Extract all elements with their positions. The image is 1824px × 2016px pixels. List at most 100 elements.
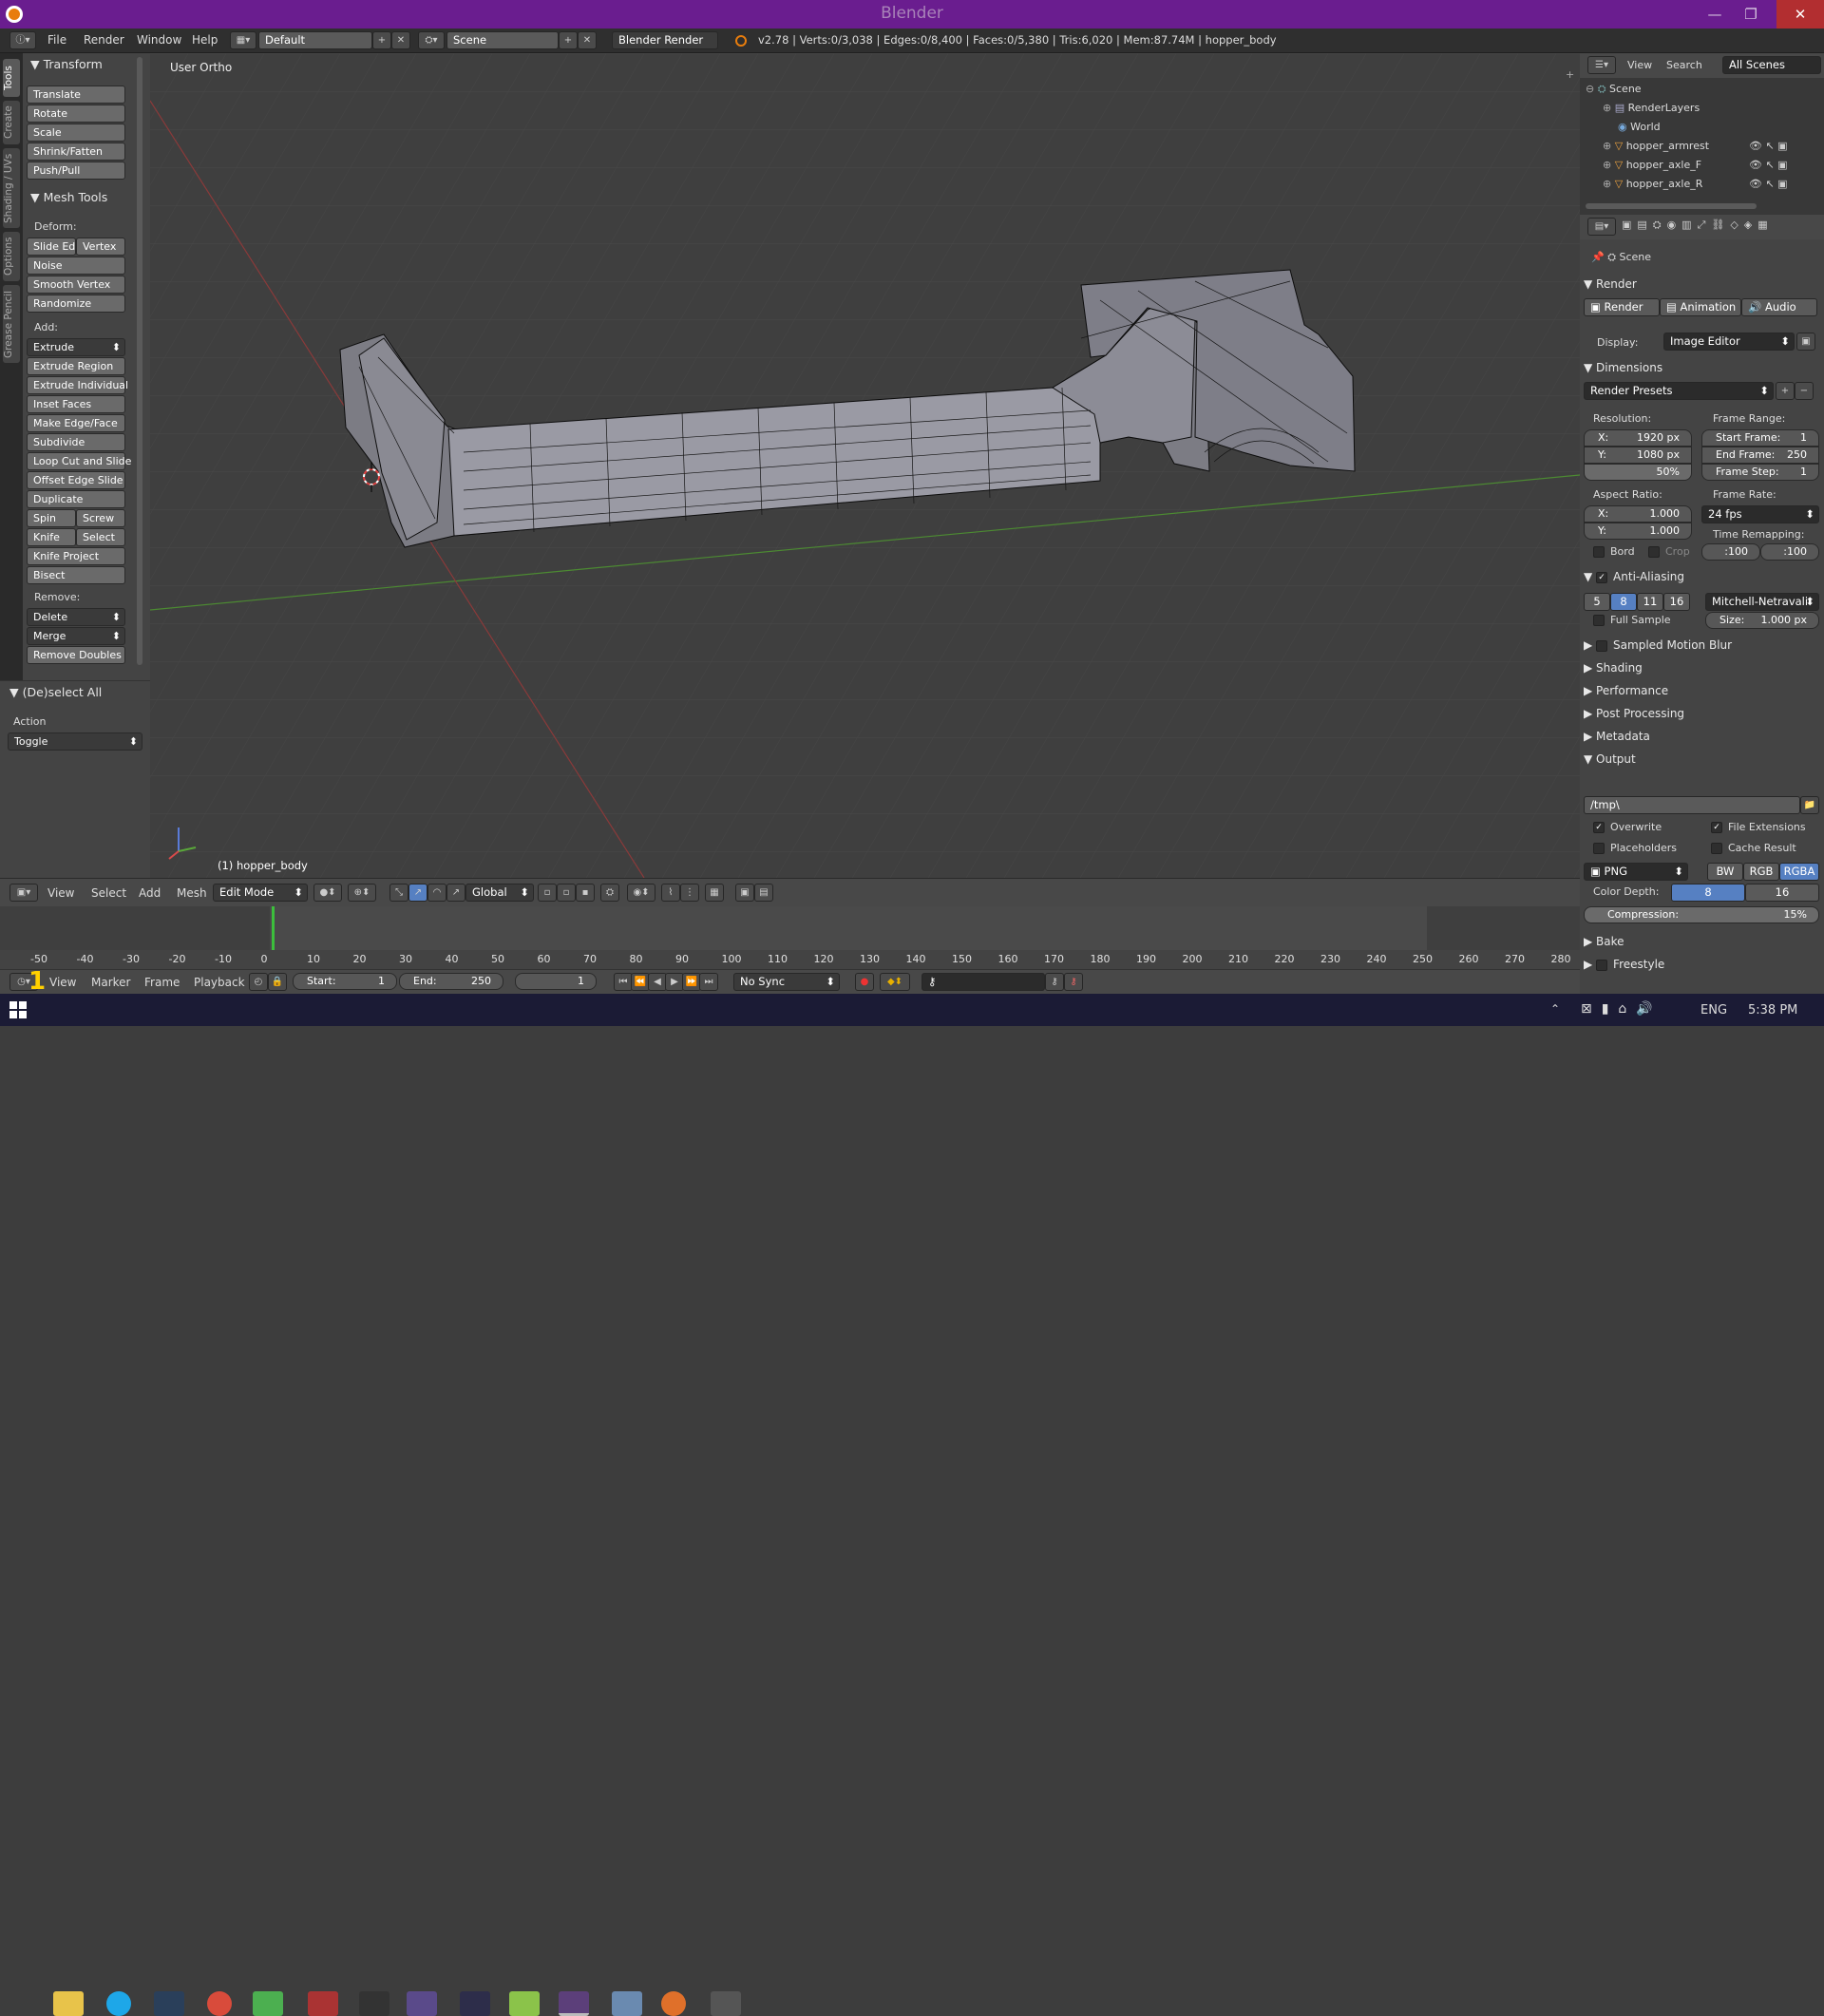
info-editor-icon[interactable]: ⓘ▾	[10, 31, 36, 49]
menu-window[interactable]: Window	[137, 33, 181, 47]
pivot-icon[interactable]: ⊕⬍	[348, 884, 376, 902]
slide-edge-button[interactable]: Slide Ed	[27, 238, 76, 256]
skype-icon[interactable]	[106, 1991, 131, 2016]
outliner-row-armrest[interactable]: ⊕ ▽ hopper_armrest 👁 ↖ ▣	[1580, 137, 1824, 156]
placeholders-checkbox[interactable]: Placeholders	[1593, 842, 1677, 854]
timeline[interactable]: -50 -40 -30 -20 -10 0 10 20 30 40 50 60 70 80 90 100 110…	[0, 906, 1580, 978]
tab-grease-pencil[interactable]: Grease Pencil	[3, 285, 20, 363]
slide-vertex-button[interactable]: Vertex	[76, 238, 125, 256]
app-dark-icon[interactable]	[359, 1991, 390, 2016]
record-icon[interactable]: ●	[855, 973, 874, 991]
jump-start-icon[interactable]: ⏮	[614, 973, 633, 991]
color-rgb-toggle[interactable]: RGB	[1743, 863, 1779, 881]
lock-range-icon[interactable]: 🔒	[268, 973, 287, 991]
shading-solid-icon[interactable]: ●⬍	[314, 884, 342, 902]
push-pull-button[interactable]: Push/Pull	[27, 162, 125, 180]
proportional-icon[interactable]: ◉⬍	[627, 884, 656, 902]
add-scene-icon[interactable]: +	[559, 31, 578, 49]
aa-samples-11[interactable]: 11	[1637, 593, 1663, 611]
mesh-tools-panel-header[interactable]: ▼ Mesh Tools	[30, 190, 107, 204]
3d-viewport[interactable]: User Ortho (1) hopper_body +	[150, 53, 1580, 878]
language-indicator[interactable]: ENG	[1700, 1003, 1727, 1018]
frame-menu[interactable]: Frame	[144, 976, 180, 989]
translate-button[interactable]: Translate	[27, 86, 125, 104]
orientation-select[interactable]: Global ⬍	[466, 884, 534, 902]
app-hat-icon[interactable]	[460, 1991, 490, 2016]
tab-tools[interactable]: Tools	[3, 59, 20, 97]
file-extensions-checkbox[interactable]: ✓ File Extensions	[1711, 821, 1806, 833]
remap-new-field[interactable]: :100	[1760, 543, 1819, 561]
operator-header[interactable]: ▼ (De)select All	[10, 685, 102, 699]
aspect-y-field[interactable]: Y: 1.000	[1584, 523, 1692, 540]
bisect-button[interactable]: Bisect	[27, 566, 125, 584]
start-frame-field[interactable]: Start: 1	[293, 973, 397, 990]
animation-button[interactable]: ▤ Animation	[1660, 298, 1741, 316]
extrude-individual-button[interactable]: Extrude Individual	[27, 376, 128, 394]
randomize-button[interactable]: Randomize	[27, 295, 125, 313]
color-rgba-toggle[interactable]: RGBA	[1779, 863, 1819, 881]
view-menu[interactable]: View	[48, 886, 74, 900]
file-explorer-icon[interactable]	[53, 1991, 84, 2016]
resolution-y-field[interactable]: Y: 1080 px	[1584, 447, 1692, 464]
current-frame-field[interactable]: 1	[515, 973, 597, 990]
opengl-anim-icon[interactable]: ▤	[754, 884, 773, 902]
preview-range-icon[interactable]: ◴	[249, 973, 268, 991]
rotate-button[interactable]: Rotate	[27, 105, 125, 123]
blender-taskbar-icon[interactable]	[559, 1991, 589, 2016]
shrink-fatten-button[interactable]: Shrink/Fatten	[27, 143, 125, 161]
add-preset-icon[interactable]: +	[1776, 382, 1795, 400]
display-fullscreen-icon[interactable]: ▣	[1796, 333, 1815, 351]
marker-menu[interactable]: Marker	[91, 976, 130, 989]
output-path-field[interactable]: /tmp\	[1584, 796, 1800, 814]
audio-button[interactable]: 🔊 Audio	[1741, 298, 1817, 316]
scene-field[interactable]: Scene	[446, 31, 559, 49]
select-menu[interactable]: Select	[91, 886, 126, 900]
metadata-panel-header[interactable]: ▶ Metadata	[1584, 726, 1820, 747]
current-frame-indicator[interactable]	[272, 906, 275, 952]
jump-key-forward-icon[interactable]: ⏩	[682, 973, 701, 991]
app-picture-icon[interactable]	[612, 1991, 642, 2016]
tab-create[interactable]: Create	[3, 101, 20, 144]
screw-button[interactable]: Screw	[76, 509, 125, 527]
spin-button[interactable]: Spin	[27, 509, 76, 527]
render-engine-select[interactable]: Blender Render	[612, 31, 718, 49]
jump-end-icon[interactable]: ⏭	[699, 973, 718, 991]
resolution-percent-slider[interactable]: 50%	[1584, 464, 1692, 481]
add-layout-icon[interactable]: +	[372, 31, 391, 49]
loop-cut-slide-button[interactable]: Loop Cut and Slide	[27, 452, 131, 470]
knife-select-button[interactable]: Select	[76, 528, 125, 546]
keying-set-field[interactable]: ⚷	[922, 973, 1045, 991]
aa-samples-5[interactable]: 5	[1584, 593, 1610, 611]
dimensions-panel-header[interactable]: ▼ Dimensions	[1584, 357, 1820, 378]
viewport-corner-plus-icon[interactable]: +	[1566, 68, 1574, 81]
merge-select[interactable]: Merge ⬍	[27, 627, 125, 645]
output-panel-header[interactable]: ▼ Output	[1584, 749, 1820, 770]
remove-preset-icon[interactable]: −	[1795, 382, 1814, 400]
render-button[interactable]: ▣ Render	[1584, 298, 1660, 316]
steam-icon[interactable]	[154, 1991, 184, 2016]
extrude-select[interactable]: Extrude ⬍	[27, 338, 125, 356]
maximize-icon[interactable]: ❐	[1733, 0, 1769, 29]
screen-layout-icon[interactable]: ▦▾	[230, 31, 256, 49]
clock[interactable]: 5:38 PM	[1748, 1003, 1797, 1018]
duplicate-button[interactable]: Duplicate	[27, 490, 125, 508]
snap-element-icon[interactable]: ⋮	[680, 884, 699, 902]
mesh-menu[interactable]: Mesh	[177, 886, 207, 900]
rotate-manipulator-icon[interactable]: ◠	[428, 884, 446, 902]
render-panel-header[interactable]: ▼ Render	[1584, 274, 1820, 295]
layout-field[interactable]: Default	[258, 31, 372, 49]
vertex-select-icon[interactable]: ▫	[538, 884, 557, 902]
aa-samples-16[interactable]: 16	[1663, 593, 1690, 611]
remap-old-field[interactable]: :100	[1701, 543, 1760, 561]
edge-select-icon[interactable]: ▫	[557, 884, 576, 902]
snap-target-icon[interactable]: ▦	[705, 884, 724, 902]
app-orange-icon[interactable]	[661, 1991, 686, 2016]
motion-blur-panel-header[interactable]: ▶ Sampled Motion Blur	[1584, 635, 1820, 656]
tray-icons[interactable]: ⊠▮⌂🔊	[1581, 1001, 1662, 1017]
close-icon[interactable]: ✕	[1776, 0, 1824, 29]
aa-samples-8[interactable]: 8	[1610, 593, 1637, 611]
subdivide-button[interactable]: Subdivide	[27, 433, 125, 451]
jump-key-back-icon[interactable]: ⏪	[631, 973, 650, 991]
end-frame-field[interactable]: End: 250	[399, 973, 504, 990]
menu-help[interactable]: Help	[192, 33, 218, 47]
